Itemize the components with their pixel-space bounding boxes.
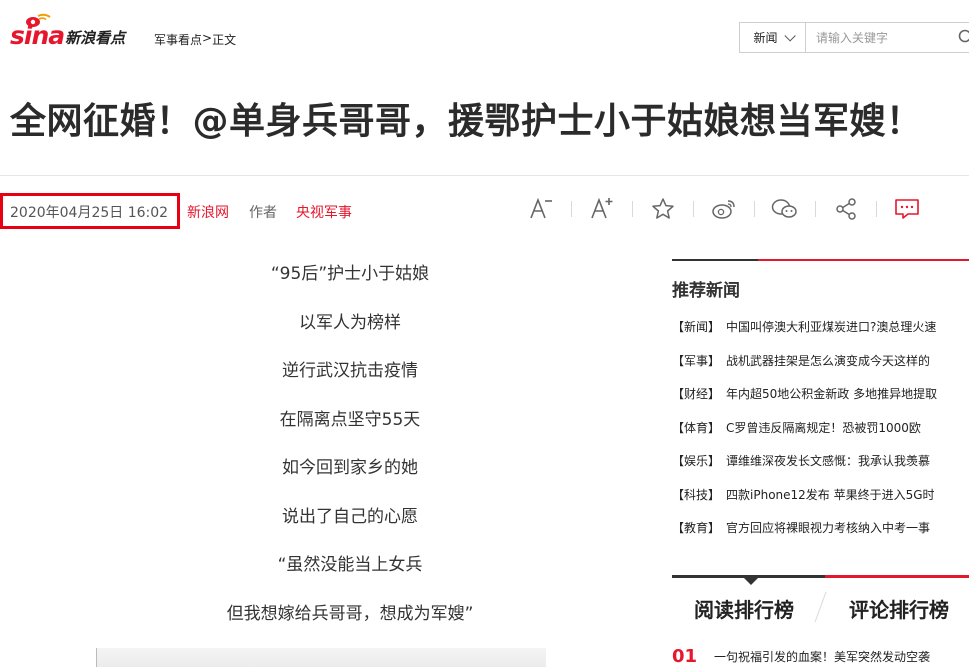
news-headline[interactable]: 官方回应将裸眼视力考核纳入中考一事 [726,519,930,553]
recommended-news-title: 推荐新闻 [672,281,740,301]
news-category: 【科技】 [672,487,721,502]
divider [0,175,969,176]
breadcrumb-current: 正文 [212,33,237,47]
ranking-headline[interactable]: 一句祝福引发的血案！美军突然发动空袭 [714,648,930,665]
author-link[interactable]: 央视军事 [296,202,352,222]
toolbar-divider [571,201,572,217]
toolbar-divider [754,201,755,217]
star-icon[interactable] [647,194,679,224]
author-label: 作者 [249,205,277,221]
news-headline[interactable]: 年内超50地公积金新政 多地推异地提取 [726,385,937,419]
article-image [96,648,546,667]
news-category: 【财经】 [672,387,721,401]
article-body: “95后”护士小于姑娘 以军人为榜样 逆行武汉抗击疫情 在隔离点坚守55天 如今… [160,262,540,650]
news-headline[interactable]: 战机武器挂架是怎么演变成今天这样的 [726,352,930,386]
article-paragraph: 如今回到家乡的她 [282,458,418,478]
news-category: 【体育】 [672,420,721,435]
breadcrumb-section-link[interactable]: 军事看点 [154,31,202,48]
news-category: 【新闻】 [672,320,721,334]
wechat-icon[interactable] [769,194,801,224]
news-item[interactable]: 【科技】 四款iPhone12发布 苹果终于进入5G时 [672,486,969,520]
search-category-select[interactable]: 新闻 [740,23,806,52]
search-bar: 新闻 [739,22,969,53]
weibo-icon[interactable] [708,194,740,224]
toolbar-divider [693,201,694,217]
share-icon[interactable] [830,194,862,224]
news-item[interactable]: 【军事】 战机武器挂架是怎么演变成今天这样的 [672,352,969,386]
logo-subtitle: 新浪看点 [65,29,126,47]
article-paragraph: 逆行武汉抗击疫情 [282,361,418,381]
article-paragraph: 在隔离点坚守55天 [279,409,421,430]
news-headline[interactable]: 谭维维深夜发长文感慨：我承认我羡慕 [726,452,930,486]
search-input[interactable] [806,24,946,51]
article-toolbar [525,194,923,224]
news-headline[interactable]: 中国叫停澳大利亚煤炭进口?澳总理火速 [726,318,936,352]
font-decrease-icon[interactable] [525,194,557,224]
search-icon[interactable] [958,29,969,45]
font-increase-icon[interactable] [586,194,618,224]
tab-divider [814,592,827,622]
article-paragraph: “虽然没能当上女兵 [277,555,423,575]
breadcrumb-separator: > [202,31,213,45]
article-title: 全网征婚！@单身兵哥哥，援鄂护士小于姑娘想当军嫂！ [10,101,923,142]
tab-read-ranking[interactable]: 阅读排行榜 [694,594,794,623]
news-item[interactable]: 【体育】 C罗曾违反隔离规定！恐被罚1000欧 [672,419,969,453]
article-paragraph: 说出了自己的心愿 [282,506,418,527]
source-link[interactable]: 新浪网 [187,202,229,222]
article-paragraph: 但我想嫁给兵哥哥，想成为军嫂” [226,603,474,624]
active-tab-indicator [744,578,758,585]
news-category: 【军事】 [672,353,721,368]
news-item[interactable]: 【新闻】 中国叫停澳大利亚煤炭进口?澳总理火速 [672,318,969,352]
tab-comment-ranking[interactable]: 评论排行榜 [849,594,949,623]
ranking-item[interactable]: 01 一句祝福引发的血案！美军突然发动空袭 [672,645,969,667]
sidebar-top-rule [672,259,969,261]
publish-date: 2020年04月25日 16:02 [10,205,169,221]
search-category-label: 新闻 [753,31,778,45]
toolbar-divider [815,201,816,217]
ranking-top-rule [672,575,969,578]
news-item[interactable]: 【娱乐】 谭维维深夜发长文感慨：我承认我羡慕 [672,452,969,486]
chevron-down-icon [783,29,796,42]
article-paragraph: 以军人为榜样 [299,312,401,333]
ranking-number: 01 [672,645,698,667]
news-headline[interactable]: 四款iPhone12发布 苹果终于进入5G时 [726,486,935,520]
recommended-news-list: 【新闻】 中国叫停澳大利亚煤炭进口?澳总理火速 【军事】 战机武器挂架是怎么演变成今… [672,318,969,553]
toolbar-divider [876,201,877,217]
toolbar-divider [632,201,633,217]
news-item[interactable]: 【教育】 官方回应将裸眼视力考核纳入中考一事 [672,519,969,553]
breadcrumb: 军事看点 > 正文 [154,31,236,48]
sina-logo[interactable]: sina 新浪看点 [10,12,125,48]
article-paragraph: “95后”护士小于姑娘 [270,264,430,284]
news-category: 【教育】 [672,521,721,535]
news-headline[interactable]: C罗曾违反隔离规定！恐被罚1000欧 [726,419,921,453]
news-item[interactable]: 【财经】 年内超50地公积金新政 多地推异地提取 [672,385,969,419]
sina-eye-icon [26,13,51,27]
comment-icon[interactable] [891,194,923,224]
news-category: 【娱乐】 [672,454,721,468]
